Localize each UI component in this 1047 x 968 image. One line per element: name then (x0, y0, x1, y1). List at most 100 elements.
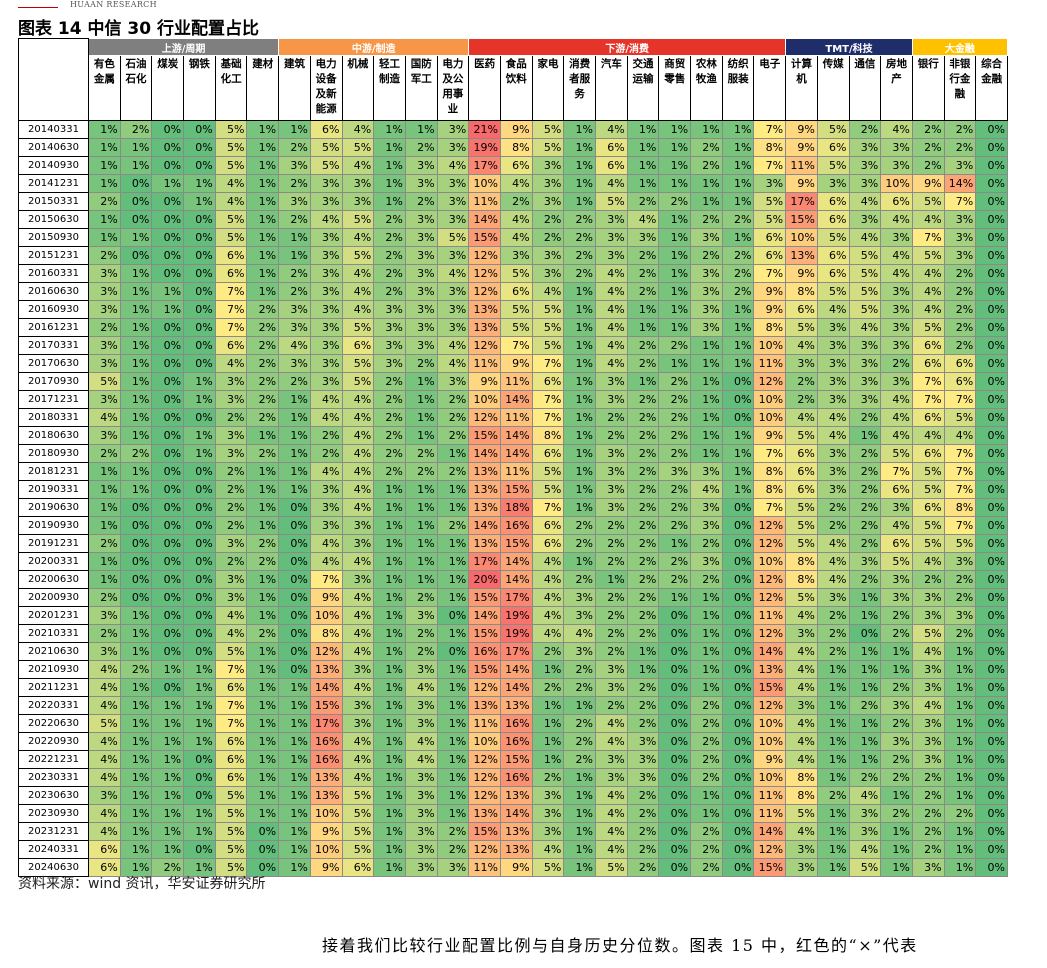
allocation-cell: 5% (531, 300, 565, 319)
allocation-cell: 2% (911, 156, 945, 175)
allocation-cell: 1% (119, 822, 153, 841)
allocation-cell: 1% (373, 714, 406, 733)
allocation-cell: 5% (943, 534, 977, 553)
allocation-cell: 1% (373, 786, 406, 805)
allocation-cell: 7% (943, 462, 977, 481)
allocation-cell: 13% (468, 804, 501, 823)
allocation-cell: 3% (690, 282, 723, 301)
allocation-cell: 0% (151, 408, 185, 427)
allocation-cell: 2% (436, 390, 470, 409)
allocation-cell: 6% (531, 372, 565, 391)
allocation-cell: 2% (278, 282, 311, 301)
allocation-cell: 15% (753, 858, 787, 877)
allocation-cell: 2% (626, 246, 660, 265)
allocation-cell: 1% (690, 120, 723, 139)
allocation-cell: 2% (880, 678, 913, 697)
allocation-cell: 2% (246, 624, 280, 643)
allocation-cell: 2% (404, 588, 438, 607)
allocation-cell: 2% (943, 282, 977, 301)
allocation-cell: 10% (468, 174, 501, 193)
allocation-cell: 1% (658, 120, 692, 139)
allocation-cell: 0% (721, 786, 755, 805)
allocation-cell: 2% (626, 516, 660, 535)
allocation-cell: 1% (690, 390, 723, 409)
allocation-cell: 11% (753, 804, 787, 823)
industry-header-line: 建筑 (283, 58, 305, 70)
allocation-cell: 4% (341, 462, 375, 481)
table-row: 20210331 2% 1% 0% 0% 4% 2% 0% 8% 4% 1% 2% 1% 15% 19% 4%… (18, 624, 1008, 643)
allocation-cell: 19% (468, 138, 501, 157)
allocation-cell: 3% (563, 642, 596, 661)
allocation-cell: 0% (721, 588, 755, 607)
allocation-cell: 6% (531, 516, 565, 535)
allocation-cell: 4% (785, 660, 818, 679)
allocation-cell: 7% (309, 570, 343, 589)
allocation-cell: 2% (911, 804, 945, 823)
allocation-cell: 12% (753, 534, 787, 553)
allocation-cell: 0% (975, 228, 1008, 247)
allocation-cell: 4% (626, 210, 660, 229)
allocation-cell: 5% (848, 282, 882, 301)
allocation-cell: 0% (278, 624, 311, 643)
allocation-cell: 0% (183, 354, 216, 373)
allocation-cell: 0% (658, 804, 692, 823)
allocation-cell: 3% (214, 588, 248, 607)
allocation-cell: 3% (816, 390, 850, 409)
allocation-cell: 0% (975, 462, 1008, 481)
allocation-cell: 4% (595, 264, 628, 283)
industry-header-line: 钢铁 (188, 58, 210, 70)
allocation-cell: 0% (975, 372, 1008, 391)
allocation-cell: 4% (595, 804, 628, 823)
allocation-cell: 0% (721, 750, 755, 769)
allocation-cell: 1% (563, 372, 596, 391)
allocation-cell: 12% (468, 408, 501, 427)
allocation-cell: 13% (499, 786, 533, 805)
allocation-cell: 0% (151, 588, 185, 607)
allocation-cell: 1% (816, 696, 850, 715)
industry-header-line: 金融 (981, 73, 1003, 85)
row-date: 20230930 (18, 804, 89, 823)
allocation-cell: 1% (531, 732, 565, 751)
allocation-cell: 5% (848, 264, 882, 283)
allocation-cell: 9% (753, 300, 787, 319)
allocation-cell: 5% (785, 804, 818, 823)
allocation-cell: 3% (373, 300, 406, 319)
allocation-cell: 6% (499, 156, 533, 175)
allocation-cell: 3% (943, 246, 977, 265)
industry-header-line: 食品 (505, 58, 527, 70)
allocation-cell: 3% (436, 210, 470, 229)
allocation-cell: 1% (278, 714, 311, 733)
allocation-cell: 3% (373, 318, 406, 337)
allocation-cell: 0% (721, 498, 755, 517)
allocation-cell: 12% (468, 786, 501, 805)
allocation-cell: 9% (499, 120, 533, 139)
allocation-cell: 4% (88, 408, 121, 427)
allocation-cell: 4% (848, 192, 882, 211)
allocation-cell: 3% (911, 588, 945, 607)
allocation-cell: 0% (975, 138, 1008, 157)
allocation-cell: 0% (183, 516, 216, 535)
allocation-cell: 9% (468, 372, 501, 391)
allocation-cell: 1% (246, 156, 280, 175)
allocation-cell: 7% (911, 372, 945, 391)
allocation-cell: 4% (785, 642, 818, 661)
allocation-cell: 2% (595, 516, 628, 535)
allocation-cell: 3% (436, 174, 470, 193)
allocation-cell: 0% (151, 480, 185, 499)
allocation-cell: 3% (88, 264, 121, 283)
allocation-cell: 1% (436, 444, 470, 463)
allocation-cell: 8% (943, 498, 977, 517)
allocation-cell: 5% (785, 516, 818, 535)
allocation-cell: 2% (721, 282, 755, 301)
allocation-cell: 15% (499, 534, 533, 553)
industry-header: 消费 者服务 (563, 55, 596, 121)
allocation-cell: 4% (309, 210, 343, 229)
allocation-cell: 3% (880, 300, 913, 319)
allocation-cell: 1% (626, 660, 660, 679)
allocation-cell: 13% (785, 246, 818, 265)
allocation-cell: 2% (626, 480, 660, 499)
allocation-cell: 3% (309, 318, 343, 337)
allocation-cell: 1% (119, 138, 153, 157)
allocation-cell: 1% (690, 642, 723, 661)
allocation-cell: 3% (848, 552, 882, 571)
